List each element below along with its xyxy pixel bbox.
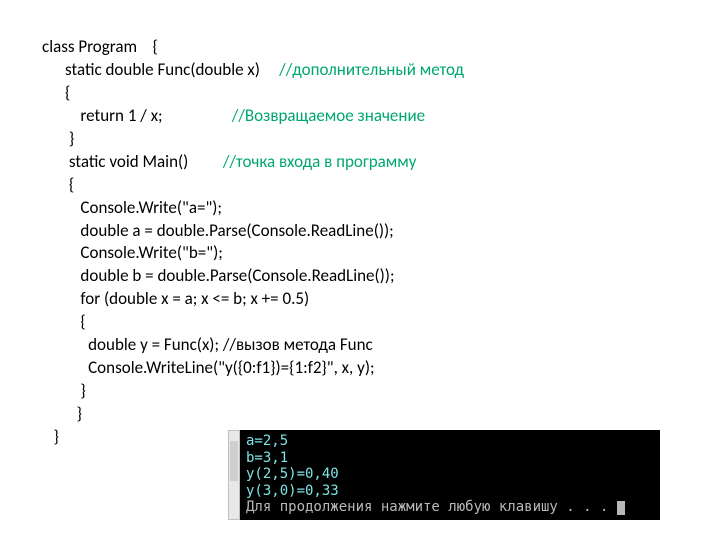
code-comment: //дополнительный метод bbox=[279, 59, 464, 80]
console-line: y(2,5)=0,40 bbox=[246, 466, 652, 483]
console-output: a=2,5 b=3,1 y(2,5)=0,40 y(3,0)=0,33 Для … bbox=[240, 430, 660, 520]
code-line: return 1 / x; //Возвращаемое значение bbox=[42, 105, 720, 128]
code-line: Console.WriteLine("y({0:f1})={1:f2}", x,… bbox=[42, 357, 720, 380]
scrollbar-thumb[interactable] bbox=[230, 441, 238, 481]
code-line: { bbox=[42, 174, 720, 197]
console-line: b=3,1 bbox=[246, 450, 652, 467]
code-line: { bbox=[42, 311, 720, 334]
code-block: class Program { static double Func(doubl… bbox=[42, 36, 720, 449]
console-line: a=2,5 bbox=[246, 433, 652, 450]
console-line: y(3,0)=0,33 bbox=[246, 483, 652, 500]
code-line: } bbox=[42, 380, 720, 403]
scrollbar[interactable] bbox=[228, 430, 240, 520]
console-line: Для продолжения нажмите любую клавишу . … bbox=[246, 499, 652, 516]
code-line: class Program { bbox=[42, 36, 720, 59]
code-line: Console.Write("b="); bbox=[42, 242, 720, 265]
code-line: double b = double.Parse(Console.ReadLine… bbox=[42, 265, 720, 288]
code-line: static void Main() //точка входа в прогр… bbox=[42, 151, 720, 174]
code-line: { bbox=[42, 82, 720, 105]
code-line: } bbox=[42, 403, 720, 426]
code-comment: //Возвращаемое значение bbox=[232, 105, 425, 126]
code-line: static double Func(double x) //дополните… bbox=[42, 59, 720, 82]
code-comment: //точка входа в программу bbox=[223, 151, 416, 172]
code-line: double y = Func(x); //вызов метода Func bbox=[42, 334, 720, 357]
cursor-icon bbox=[617, 501, 625, 515]
console-window: a=2,5 b=3,1 y(2,5)=0,40 y(3,0)=0,33 Для … bbox=[228, 430, 660, 520]
code-line: for (double x = a; x <= b; x += 0.5) bbox=[42, 288, 720, 311]
code-line: double a = double.Parse(Console.ReadLine… bbox=[42, 220, 720, 243]
code-line: } bbox=[42, 128, 720, 151]
code-line: Console.Write("a="); bbox=[42, 197, 720, 220]
